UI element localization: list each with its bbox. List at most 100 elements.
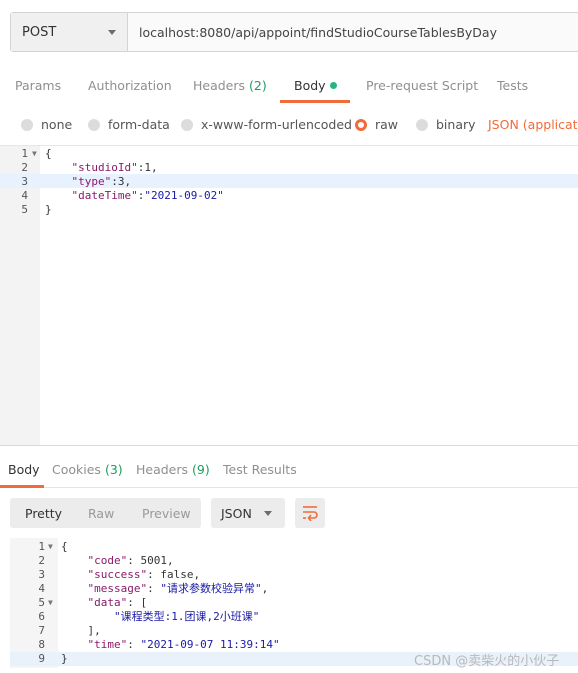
json-punctuation: } xyxy=(45,203,52,216)
line-number: 3 xyxy=(21,175,28,188)
line-number: 7 xyxy=(38,624,45,637)
url-input[interactable]: localhost:8080/api/appoint/findStudioCou… xyxy=(128,13,578,51)
json-key: "type" xyxy=(71,175,112,188)
content-type-select[interactable]: JSON (applicatio xyxy=(488,117,578,132)
request-url-bar: POST localhost:8080/api/appoint/findStud… xyxy=(10,12,578,52)
json-punctuation: { xyxy=(45,147,52,160)
code-line: } xyxy=(61,652,68,666)
code-line: { xyxy=(45,147,52,161)
fold-arrow-icon[interactable]: ▼ xyxy=(32,149,37,158)
line-number: 2 xyxy=(21,161,28,174)
radio-none[interactable]: none xyxy=(21,117,72,132)
tab-tests[interactable]: Tests xyxy=(497,78,528,93)
line-number: 8 xyxy=(38,638,45,651)
code-line: "time": "2021-09-07 11:39:14" xyxy=(61,638,280,652)
json-punctuation xyxy=(61,638,88,651)
json-punctuation xyxy=(61,554,88,567)
pane-divider[interactable] xyxy=(0,445,578,446)
watermark: CSDN @卖柴火的小伙子 xyxy=(414,654,560,669)
code-line: "message": "请求参数校验异常", xyxy=(61,582,269,596)
request-body-editor[interactable]: ▼ 1 {2 "studioId":1, 3 "type":3, 4 "dateTim… xyxy=(0,145,578,445)
json-punctuation xyxy=(45,161,72,174)
view-pretty-button[interactable]: Pretty xyxy=(25,506,62,521)
json-punctuation: { xyxy=(61,540,68,553)
method-select[interactable]: POST xyxy=(11,13,128,51)
tab-response-body[interactable]: Body xyxy=(8,462,40,477)
code-line: "success": false, xyxy=(61,568,201,582)
json-punctuation: : xyxy=(127,638,141,651)
response-toolbar: Pretty Raw Preview JSON xyxy=(10,498,578,528)
response-body-viewer[interactable]: ▼ ▼ 1 {2 "code": 5001, 3 "success": false,… xyxy=(10,538,578,668)
view-raw-button[interactable]: Raw xyxy=(88,506,114,521)
json-punctuation: } xyxy=(61,652,68,665)
code-line: "data": [ xyxy=(61,596,148,610)
json-punctuation xyxy=(61,568,88,581)
json-punctuation: :3, xyxy=(111,175,132,188)
line-number: 5 xyxy=(38,596,45,609)
json-string: "请求参数校验异常" xyxy=(160,582,262,595)
view-mode-group: Pretty Raw Preview xyxy=(10,498,201,528)
headers-count: (2) xyxy=(249,78,267,93)
json-punctuation: : [ xyxy=(127,596,148,609)
fold-arrow-icon[interactable]: ▼ xyxy=(48,598,53,607)
radio-circle-icon xyxy=(416,118,428,131)
response-tabs: Body Cookies (3) Headers (9) Test Result… xyxy=(0,452,578,488)
json-key: "data" xyxy=(87,596,128,609)
tab-response-headers[interactable]: Headers (9) xyxy=(136,462,210,477)
tab-cookies[interactable]: Cookies (3) xyxy=(52,462,123,477)
line-number: 6 xyxy=(38,610,45,623)
radio-form-data[interactable]: form-data xyxy=(88,117,170,132)
json-key: "studioId" xyxy=(71,161,138,174)
json-punctuation: : 5001, xyxy=(127,554,174,567)
cookies-count: (3) xyxy=(104,462,123,477)
json-key: "dateTime" xyxy=(71,189,138,202)
tab-headers[interactable]: Headers (2) xyxy=(193,78,267,93)
code-line: "studioId":1, xyxy=(45,161,158,175)
json-punctuation xyxy=(61,610,114,623)
active-tab-indicator xyxy=(0,485,44,488)
tab-params[interactable]: Params xyxy=(15,78,61,93)
radio-circle-icon xyxy=(21,118,33,131)
view-preview-button[interactable]: Preview xyxy=(142,506,191,521)
json-punctuation: : false, xyxy=(147,568,201,581)
radio-circle-icon xyxy=(181,118,193,131)
chevron-down-icon xyxy=(264,511,272,516)
line-number: 9 xyxy=(38,652,45,665)
radio-binary[interactable]: binary xyxy=(416,117,476,132)
json-punctuation xyxy=(45,189,72,202)
line-number: 2 xyxy=(38,554,45,567)
json-punctuation: : xyxy=(147,582,161,595)
body-modified-dot-icon xyxy=(329,82,337,89)
format-select[interactable]: JSON xyxy=(211,498,285,528)
code-line: { xyxy=(61,540,68,554)
json-key: "success" xyxy=(87,568,148,581)
line-number: 1 xyxy=(38,540,45,553)
code-line: "课程类型:1.团课,2小班课" xyxy=(61,610,259,624)
line-number: 4 xyxy=(21,189,28,202)
code-line: "type":3, xyxy=(45,175,132,189)
wrap-lines-button[interactable] xyxy=(295,498,325,528)
tab-authorization[interactable]: Authorization xyxy=(88,78,172,93)
body-type-options: none form-data x-www-form-urlencoded raw… xyxy=(0,112,578,138)
line-number: 1 xyxy=(21,147,28,160)
json-key: "code" xyxy=(87,554,128,567)
tab-pre-request-script[interactable]: Pre-request Script xyxy=(366,78,478,93)
line-number: 5 xyxy=(21,203,28,216)
radio-x-www-form-urlencoded[interactable]: x-www-form-urlencoded xyxy=(181,117,352,132)
code-line: ], xyxy=(61,624,100,638)
code-line: "dateTime":"2021-09-02" xyxy=(45,189,224,203)
active-tab-indicator xyxy=(280,100,350,103)
code-line: } xyxy=(45,203,52,217)
json-string: "课程类型:1.团课,2小班课" xyxy=(113,610,260,623)
tab-body[interactable]: Body xyxy=(294,78,337,93)
line-number: 3 xyxy=(38,568,45,581)
chevron-down-icon xyxy=(108,30,116,35)
radio-selected-icon xyxy=(355,118,367,131)
json-punctuation xyxy=(61,582,88,595)
json-punctuation: :1, xyxy=(137,161,158,174)
fold-arrow-icon[interactable]: ▼ xyxy=(48,542,53,551)
radio-raw[interactable]: raw xyxy=(355,117,398,132)
json-punctuation: , xyxy=(261,582,269,595)
tab-test-results[interactable]: Test Results xyxy=(223,462,297,477)
json-key: "time" xyxy=(87,638,128,651)
